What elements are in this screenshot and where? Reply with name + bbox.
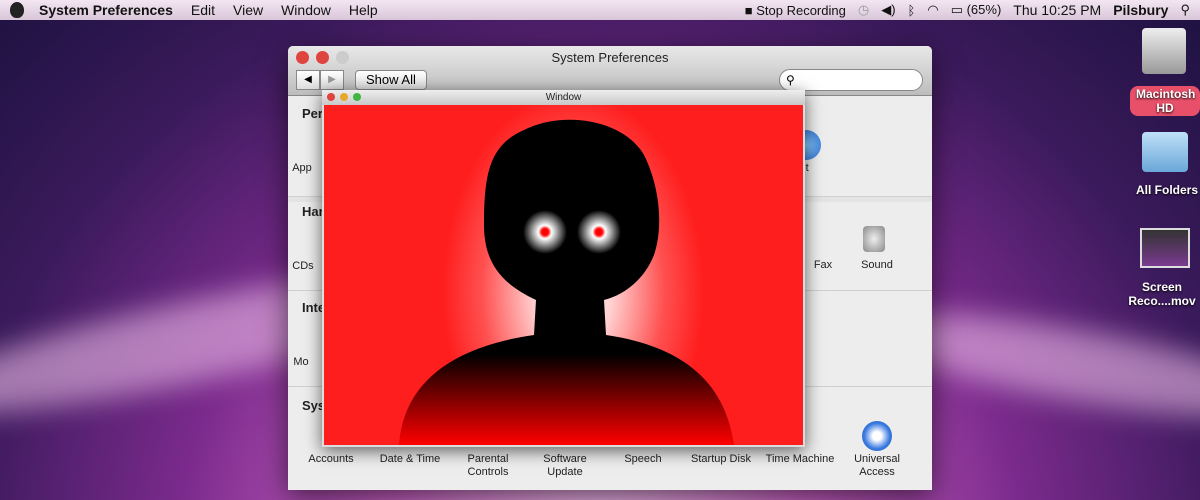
stop-recording-label: Stop Recording bbox=[756, 2, 846, 18]
window-title: Window bbox=[545, 92, 582, 103]
menu-help[interactable]: Help bbox=[340, 2, 387, 18]
bluetooth-icon[interactable]: ᛒ bbox=[908, 3, 916, 18]
pref-date-time[interactable]: Date & Time bbox=[370, 453, 450, 466]
movie-file-icon[interactable] bbox=[1140, 228, 1190, 268]
section-hardware: Har bbox=[302, 204, 324, 219]
hard-drive-icon[interactable] bbox=[1142, 28, 1186, 74]
search-input[interactable]: ⚲ bbox=[779, 69, 923, 91]
close-button[interactable] bbox=[327, 93, 335, 101]
user-name[interactable]: Pilsbury bbox=[1113, 2, 1168, 18]
overlay-window: Window bbox=[322, 90, 805, 447]
menu-window[interactable]: Window bbox=[272, 2, 340, 18]
show-all-button[interactable]: Show All bbox=[355, 70, 427, 90]
pref-startup-disk[interactable]: Startup Disk bbox=[681, 453, 761, 466]
forward-button[interactable]: ▶ bbox=[320, 70, 344, 90]
right-eye bbox=[577, 210, 621, 254]
pref-software-update[interactable]: Software Update bbox=[525, 453, 605, 479]
battery-percent: (65%) bbox=[966, 2, 1002, 17]
menu-edit[interactable]: Edit bbox=[182, 2, 224, 18]
menu-bar: System Preferences Edit View Window Help… bbox=[0, 0, 1200, 20]
search-icon: ⚲ bbox=[786, 73, 795, 87]
volume-icon[interactable]: ◀) bbox=[881, 2, 895, 18]
menu-app[interactable]: System Preferences bbox=[30, 2, 182, 18]
battery-icon[interactable]: ▭ (65%) bbox=[951, 2, 1002, 18]
minimize-button[interactable] bbox=[340, 93, 348, 101]
silhouette bbox=[399, 119, 734, 445]
clock[interactable]: Thu 10:25 PM bbox=[1013, 2, 1101, 18]
apple-menu-icon[interactable] bbox=[10, 2, 24, 18]
spotlight-icon[interactable]: ⚲ bbox=[1180, 2, 1190, 18]
zoom-button[interactable] bbox=[353, 93, 361, 101]
folder-icon[interactable] bbox=[1142, 132, 1188, 172]
pref-speech[interactable]: Speech bbox=[603, 453, 683, 466]
left-eye bbox=[523, 210, 567, 254]
desktop-screen-recording[interactable]: Screen Reco....mov bbox=[1122, 280, 1200, 308]
menu-view[interactable]: View bbox=[224, 2, 272, 18]
pref-parental-controls[interactable]: Parental Controls bbox=[448, 453, 528, 479]
pref-time-machine[interactable]: Time Machine bbox=[760, 453, 840, 466]
back-button[interactable]: ◀ bbox=[296, 70, 320, 90]
silhouette-image bbox=[324, 105, 803, 445]
universal-access-icon bbox=[862, 421, 892, 451]
sound-icon bbox=[863, 226, 885, 252]
pref-sound[interactable]: Sound bbox=[837, 259, 917, 272]
desktop-all-folders[interactable]: All Folders bbox=[1122, 183, 1200, 197]
toolbar: System Preferences ◀ ▶ Show All ⚲ bbox=[288, 46, 932, 96]
window-title: System Preferences bbox=[551, 50, 669, 65]
time-machine-icon[interactable]: ◷ bbox=[858, 2, 869, 18]
pref-universal-access[interactable]: Universal Access bbox=[837, 453, 917, 479]
pref-accounts[interactable]: Accounts bbox=[291, 453, 371, 466]
window-titlebar: Window bbox=[322, 90, 805, 105]
stop-recording[interactable]: ■ Stop Recording bbox=[745, 3, 846, 18]
desktop-macintosh-hd[interactable]: Macintosh HD bbox=[1130, 86, 1200, 116]
wifi-icon[interactable]: ◠ bbox=[927, 2, 938, 18]
section-personal: Per bbox=[302, 106, 323, 121]
